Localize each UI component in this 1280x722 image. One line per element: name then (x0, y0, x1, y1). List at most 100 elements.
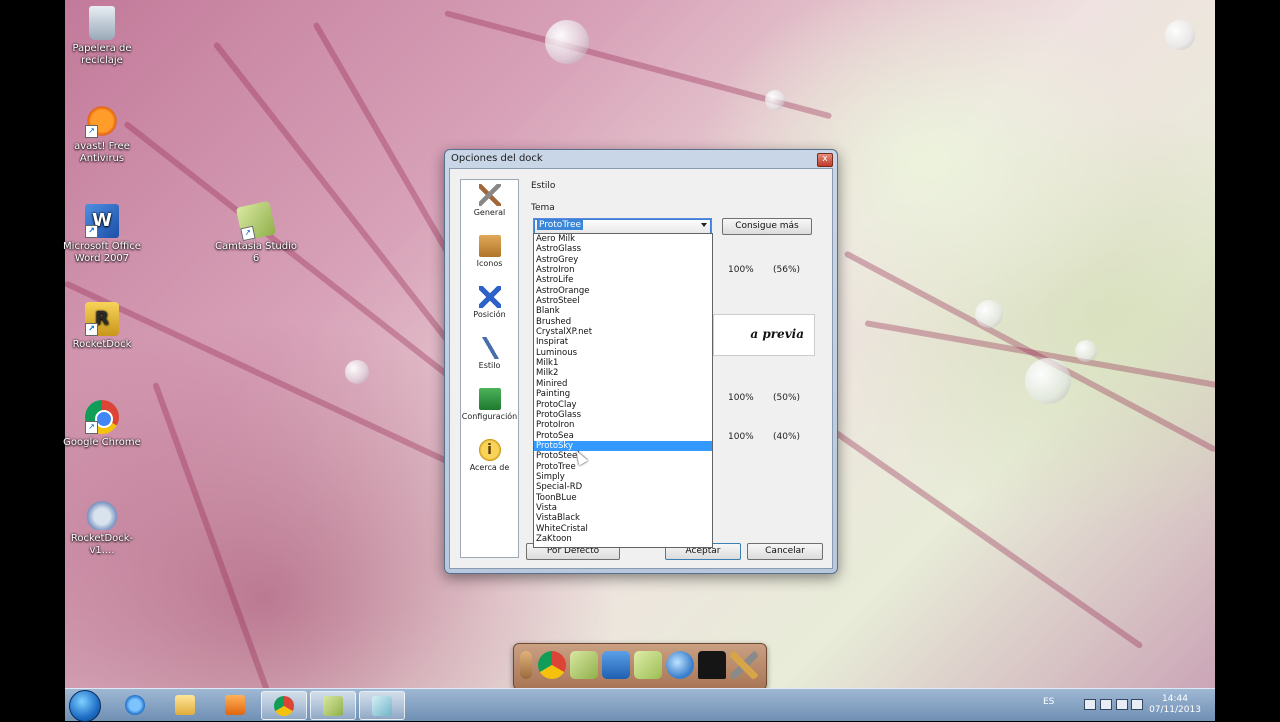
taskbar-media[interactable] (213, 691, 257, 718)
theme-option[interactable]: ZaKtoon (534, 534, 712, 544)
nav-item-posicion[interactable]: Posición (461, 286, 518, 319)
theme-option[interactable]: AstroGlass (534, 244, 712, 254)
get-more-button[interactable]: Consigue más (722, 218, 812, 235)
nav-label: Configuración (461, 412, 518, 421)
start-button[interactable] (69, 690, 101, 722)
flag-icon[interactable] (1084, 699, 1096, 710)
theme-option[interactable]: ProtoClay (534, 400, 712, 410)
theme-option[interactable]: AstroIron (534, 265, 712, 275)
theme-option[interactable]: Milk1 (534, 358, 712, 368)
desktop-icon-recycle-bin[interactable]: Papelera de reciclaje (60, 6, 144, 67)
tshirt-icon[interactable] (698, 651, 726, 679)
nav-label: Posición (473, 310, 506, 319)
theme-select-value: ProtoTree (537, 220, 584, 230)
taskbar-rocketdock[interactable] (359, 691, 405, 720)
theme-option[interactable]: Painting (534, 389, 712, 399)
theme-label: Tema (531, 203, 555, 213)
camtasia-icon: ↗ (235, 200, 277, 242)
theme-option[interactable]: WhiteCristal (534, 524, 712, 534)
camtasia-icon (323, 696, 343, 716)
taskbar: ES 14:44 07/11/2013 (65, 688, 1215, 722)
avast-icon: ↗ (85, 104, 119, 138)
globe-icon[interactable] (666, 651, 694, 679)
theme-option[interactable]: Vista (534, 503, 712, 513)
nav-item-general[interactable]: General (461, 184, 518, 217)
nav-label: Iconos (476, 259, 503, 268)
value-2-extra: (50%) (773, 393, 801, 403)
theme-option[interactable]: Simply (534, 472, 712, 482)
theme-option[interactable]: AstroSteel (534, 296, 712, 306)
desktop-icon-chrome[interactable]: ↗ Google Chrome (60, 400, 144, 449)
taskbar-ie[interactable] (113, 691, 157, 718)
dock-separator-icon (520, 651, 532, 679)
desktop-icon-avast[interactable]: ↗ avast! Free Antivirus (60, 104, 144, 165)
rocketdock-icon: R ↗ (85, 302, 119, 336)
media-player-icon (225, 695, 245, 715)
theme-option[interactable]: Aero Milk (534, 234, 712, 244)
theme-dropdown-list[interactable]: Aero Milk AstroGlass AstroGrey AstroIron Ast… (533, 233, 713, 548)
network-icon[interactable] (1116, 699, 1128, 710)
options-nav: General Iconos Posición Estilo Configura… (460, 179, 519, 558)
theme-option[interactable]: Brushed (534, 317, 712, 327)
language-indicator[interactable]: ES (1043, 697, 1054, 707)
theme-option[interactable]: AstroLife (534, 275, 712, 285)
dialog-title: Opciones del dock (451, 153, 543, 164)
close-button[interactable]: x (817, 153, 833, 167)
ie-icon (125, 695, 145, 715)
desktop-icon-label: RocketDock (72, 339, 132, 350)
theme-option[interactable]: Special-RD (534, 482, 712, 492)
desktop-icon-label: Google Chrome (63, 437, 141, 448)
clock-date: 07/11/2013 (1149, 705, 1201, 715)
recycle-bin-icon (89, 6, 115, 40)
nav-item-iconos[interactable]: Iconos (461, 235, 518, 268)
theme-option[interactable]: CrystalXP.net (534, 327, 712, 337)
value-3-extra: (40%) (773, 432, 801, 442)
chrome-icon: ↗ (85, 400, 119, 434)
nav-item-estilo[interactable]: Estilo (461, 337, 518, 370)
theme-option[interactable]: ToonBLue (534, 493, 712, 503)
theme-option[interactable]: Luminous (534, 348, 712, 358)
volume-icon[interactable] (1131, 699, 1143, 710)
theme-option[interactable]: ProtoTree (534, 462, 712, 472)
theme-option[interactable]: VistaBlack (534, 513, 712, 523)
chrome-icon (274, 696, 294, 716)
tools-icon[interactable] (730, 651, 758, 679)
preview-box: a previa (713, 314, 815, 356)
taskbar-camtasia[interactable] (310, 691, 356, 720)
desktop-icon-label: Camtasia Studio 6 (214, 241, 298, 264)
desktop-icon-word[interactable]: W ↗ Microsoft Office Word 2007 (60, 204, 144, 265)
desktop-icon-label: Papelera de reciclaje (72, 43, 132, 66)
chrome-icon[interactable] (538, 651, 566, 679)
cancel-button[interactable]: Cancelar (747, 543, 823, 560)
theme-option[interactable]: ProtoIron (534, 420, 712, 430)
theme-option[interactable]: ProtoSea (534, 431, 712, 441)
nav-label: Estilo (478, 361, 501, 370)
desktop-icon-camtasia[interactable]: ↗ Camtasia Studio 6 (214, 200, 298, 265)
nav-item-configuracion[interactable]: Configuración (461, 388, 518, 421)
theme-option[interactable]: AstroGrey (534, 255, 712, 265)
computer-icon[interactable] (602, 651, 630, 679)
theme-option[interactable]: AstroOrange (534, 286, 712, 296)
camtasia-icon[interactable] (570, 651, 598, 679)
theme-option[interactable]: Blank (534, 306, 712, 316)
clock[interactable]: 14:44 07/11/2013 (1145, 694, 1205, 716)
theme-option[interactable]: Minired (534, 379, 712, 389)
desktop-icon-rocketdock-installer[interactable]: RocketDock-v1.... (60, 496, 144, 557)
folder-icon (175, 695, 195, 715)
installer-icon (85, 496, 119, 530)
word-icon: W ↗ (85, 204, 119, 238)
theme-option[interactable]: ProtoSteel (534, 451, 712, 461)
taskbar-chrome[interactable] (261, 691, 307, 720)
display-icon[interactable] (1100, 699, 1112, 710)
taskbar-explorer[interactable] (163, 691, 207, 718)
camtasia-recorder-icon[interactable] (634, 651, 662, 679)
desktop-icon-rocketdock[interactable]: R ↗ RocketDock (60, 302, 144, 351)
theme-option[interactable]: Inspirat (534, 337, 712, 347)
theme-option[interactable]: ProtoSky (534, 440, 712, 452)
theme-option[interactable]: Milk2 (534, 368, 712, 378)
nav-item-acerca[interactable]: i Acerca de (461, 439, 518, 472)
brush-icon (478, 337, 501, 359)
theme-option[interactable]: ProtoGlass (534, 410, 712, 420)
position-icon (478, 286, 501, 308)
nav-label: Acerca de (469, 463, 510, 472)
